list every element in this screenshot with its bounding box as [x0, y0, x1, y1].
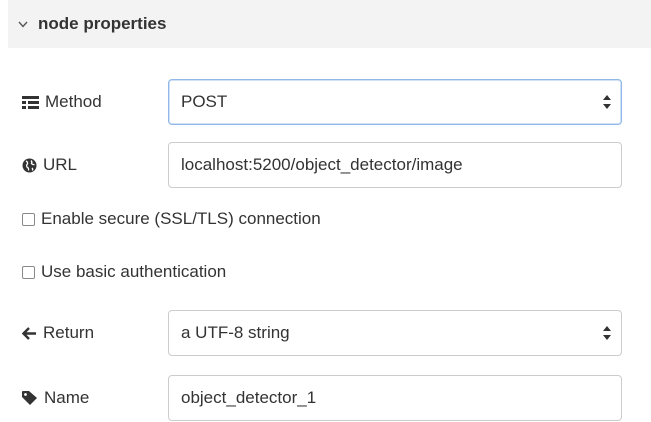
- method-row: Method POST: [0, 78, 651, 126]
- ssl-option[interactable]: Enable secure (SSL/TLS) connection: [22, 204, 321, 234]
- method-label: Method: [22, 78, 102, 126]
- url-label: URL: [22, 141, 77, 189]
- url-row: URL localhost:5200/object_detector/image: [0, 141, 651, 189]
- url-value: localhost:5200/object_detector/image: [181, 155, 463, 174]
- section-title: node properties: [38, 14, 167, 33]
- return-label: Return: [22, 309, 94, 357]
- ssl-option-label: Enable secure (SSL/TLS) connection: [41, 209, 321, 228]
- return-select[interactable]: a UTF-8 string: [168, 310, 622, 356]
- url-input[interactable]: localhost:5200/object_detector/image: [168, 142, 622, 188]
- return-selected-value: a UTF-8 string: [181, 323, 290, 342]
- name-value: object_detector_1: [181, 388, 317, 407]
- name-input[interactable]: object_detector_1: [168, 375, 622, 421]
- globe-icon: [22, 158, 37, 173]
- method-selected-value: POST: [181, 92, 228, 111]
- arrow-left-icon: [22, 326, 37, 340]
- select-arrows-icon: [603, 326, 611, 340]
- return-row: Return a UTF-8 string: [0, 309, 651, 357]
- auth-option[interactable]: Use basic authentication: [22, 257, 226, 287]
- name-row: Name object_detector_1: [0, 374, 651, 422]
- method-select[interactable]: POST: [168, 79, 622, 125]
- list-icon: [22, 95, 39, 109]
- auth-checkbox[interactable]: [22, 265, 35, 279]
- ssl-checkbox[interactable]: [22, 212, 35, 226]
- node-properties-header[interactable]: node properties: [8, 0, 651, 48]
- select-arrows-icon: [603, 95, 611, 109]
- tag-icon: [22, 391, 38, 405]
- chevron-down-icon: [8, 21, 38, 28]
- auth-option-label: Use basic authentication: [41, 262, 227, 281]
- name-label: Name: [22, 374, 89, 422]
